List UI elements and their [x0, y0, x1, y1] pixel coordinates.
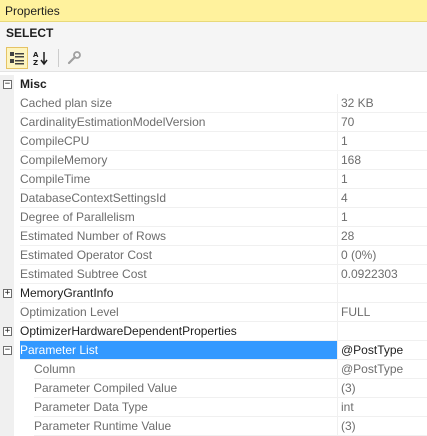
property-name: Cached plan size	[20, 94, 337, 113]
property-value: FULL	[337, 303, 427, 322]
property-name: DatabaseContextSettingsId	[20, 189, 337, 208]
property-value: 1	[337, 170, 427, 189]
category-label: Misc	[20, 77, 47, 91]
object-selector[interactable]: SELECT	[0, 22, 427, 44]
properties-title-bar: Properties	[0, 0, 427, 22]
wrench-icon	[67, 50, 81, 64]
property-name: Column	[34, 360, 337, 379]
property-name: Degree of Parallelism	[20, 208, 337, 227]
property-value: @PostType	[337, 360, 427, 379]
property-row[interactable]: CompileTime 1	[0, 170, 427, 189]
property-value: (3)	[337, 417, 427, 436]
property-name: Parameter Compiled Value	[34, 379, 337, 398]
collapse-icon[interactable]: −	[3, 80, 12, 89]
svg-text:Z: Z	[33, 59, 38, 66]
parameter-row[interactable]: Column @PostType	[0, 360, 427, 379]
alphabetical-button[interactable]: A Z	[30, 47, 52, 69]
property-row[interactable]: CardinalityEstimationModelVersion 70	[0, 113, 427, 132]
categorized-button[interactable]	[6, 46, 28, 69]
property-row-parameter-list[interactable]: − Parameter List @PostType	[0, 341, 427, 360]
property-value: 70	[337, 113, 427, 132]
property-value: 1	[337, 132, 427, 151]
window-title: Properties	[5, 4, 60, 18]
property-name: OptimizerHardwareDependentProperties	[20, 322, 337, 341]
property-name: Parameter Runtime Value	[34, 417, 337, 436]
property-value: 28	[337, 227, 427, 246]
parameter-row[interactable]: Parameter Compiled Value (3)	[0, 379, 427, 398]
property-row[interactable]: DatabaseContextSettingsId 4	[0, 189, 427, 208]
property-name: Estimated Number of Rows	[20, 227, 337, 246]
property-value: 168	[337, 151, 427, 170]
property-name: Estimated Operator Cost	[20, 246, 337, 265]
parameter-row[interactable]: Parameter Data Type int	[0, 398, 427, 417]
property-name: Estimated Subtree Cost	[20, 265, 337, 284]
property-row[interactable]: CompileMemory 168	[0, 151, 427, 170]
property-row-optimizer-hardware[interactable]: + OptimizerHardwareDependentProperties	[0, 322, 427, 341]
alphabetical-icon: A Z	[33, 51, 48, 66]
expand-icon[interactable]: +	[3, 327, 12, 336]
categorized-icon	[10, 51, 24, 64]
property-name: CompileTime	[20, 170, 337, 189]
toolbar-separator	[58, 48, 59, 67]
expand-icon[interactable]: +	[3, 289, 12, 298]
property-value: 0 (0%)	[337, 246, 427, 265]
property-row-memory-grant-info[interactable]: + MemoryGrantInfo	[0, 284, 427, 303]
property-value: 1	[337, 208, 427, 227]
parameter-row[interactable]: Parameter Runtime Value (3)	[0, 417, 427, 436]
category-misc[interactable]: − Misc	[0, 75, 427, 94]
property-name: Parameter List	[20, 341, 337, 360]
property-row[interactable]: Cached plan size 32 KB	[0, 94, 427, 113]
property-name: CompileMemory	[20, 151, 337, 170]
svg-text:A: A	[33, 51, 39, 59]
property-row[interactable]: Estimated Subtree Cost 0.0922303	[0, 265, 427, 284]
property-name: CardinalityEstimationModelVersion	[20, 113, 337, 132]
property-row[interactable]: Estimated Operator Cost 0 (0%)	[0, 246, 427, 265]
property-value: 0.0922303	[337, 265, 427, 284]
properties-toolbar: A Z	[0, 44, 427, 72]
property-value: int	[337, 398, 427, 417]
object-name: SELECT	[6, 26, 54, 40]
property-value: 32 KB	[337, 94, 427, 113]
property-row[interactable]: CompileCPU 1	[0, 132, 427, 151]
property-name: Parameter Data Type	[34, 398, 337, 417]
property-grid: − Misc Cached plan size 32 KB Cardinalit…	[0, 75, 427, 436]
property-pages-button[interactable]	[63, 47, 85, 69]
property-name: CompileCPU	[20, 132, 337, 151]
property-row-optimization-level[interactable]: Optimization Level FULL	[0, 303, 427, 322]
property-value	[337, 322, 427, 341]
property-name: Optimization Level	[20, 303, 337, 322]
property-value: @PostType	[337, 341, 427, 360]
property-value	[337, 284, 427, 303]
property-row[interactable]: Estimated Number of Rows 28	[0, 227, 427, 246]
property-value: (3)	[337, 379, 427, 398]
property-value: 4	[337, 189, 427, 208]
property-name: MemoryGrantInfo	[20, 284, 337, 303]
collapse-icon[interactable]: −	[3, 346, 12, 355]
property-row[interactable]: Degree of Parallelism 1	[0, 208, 427, 227]
